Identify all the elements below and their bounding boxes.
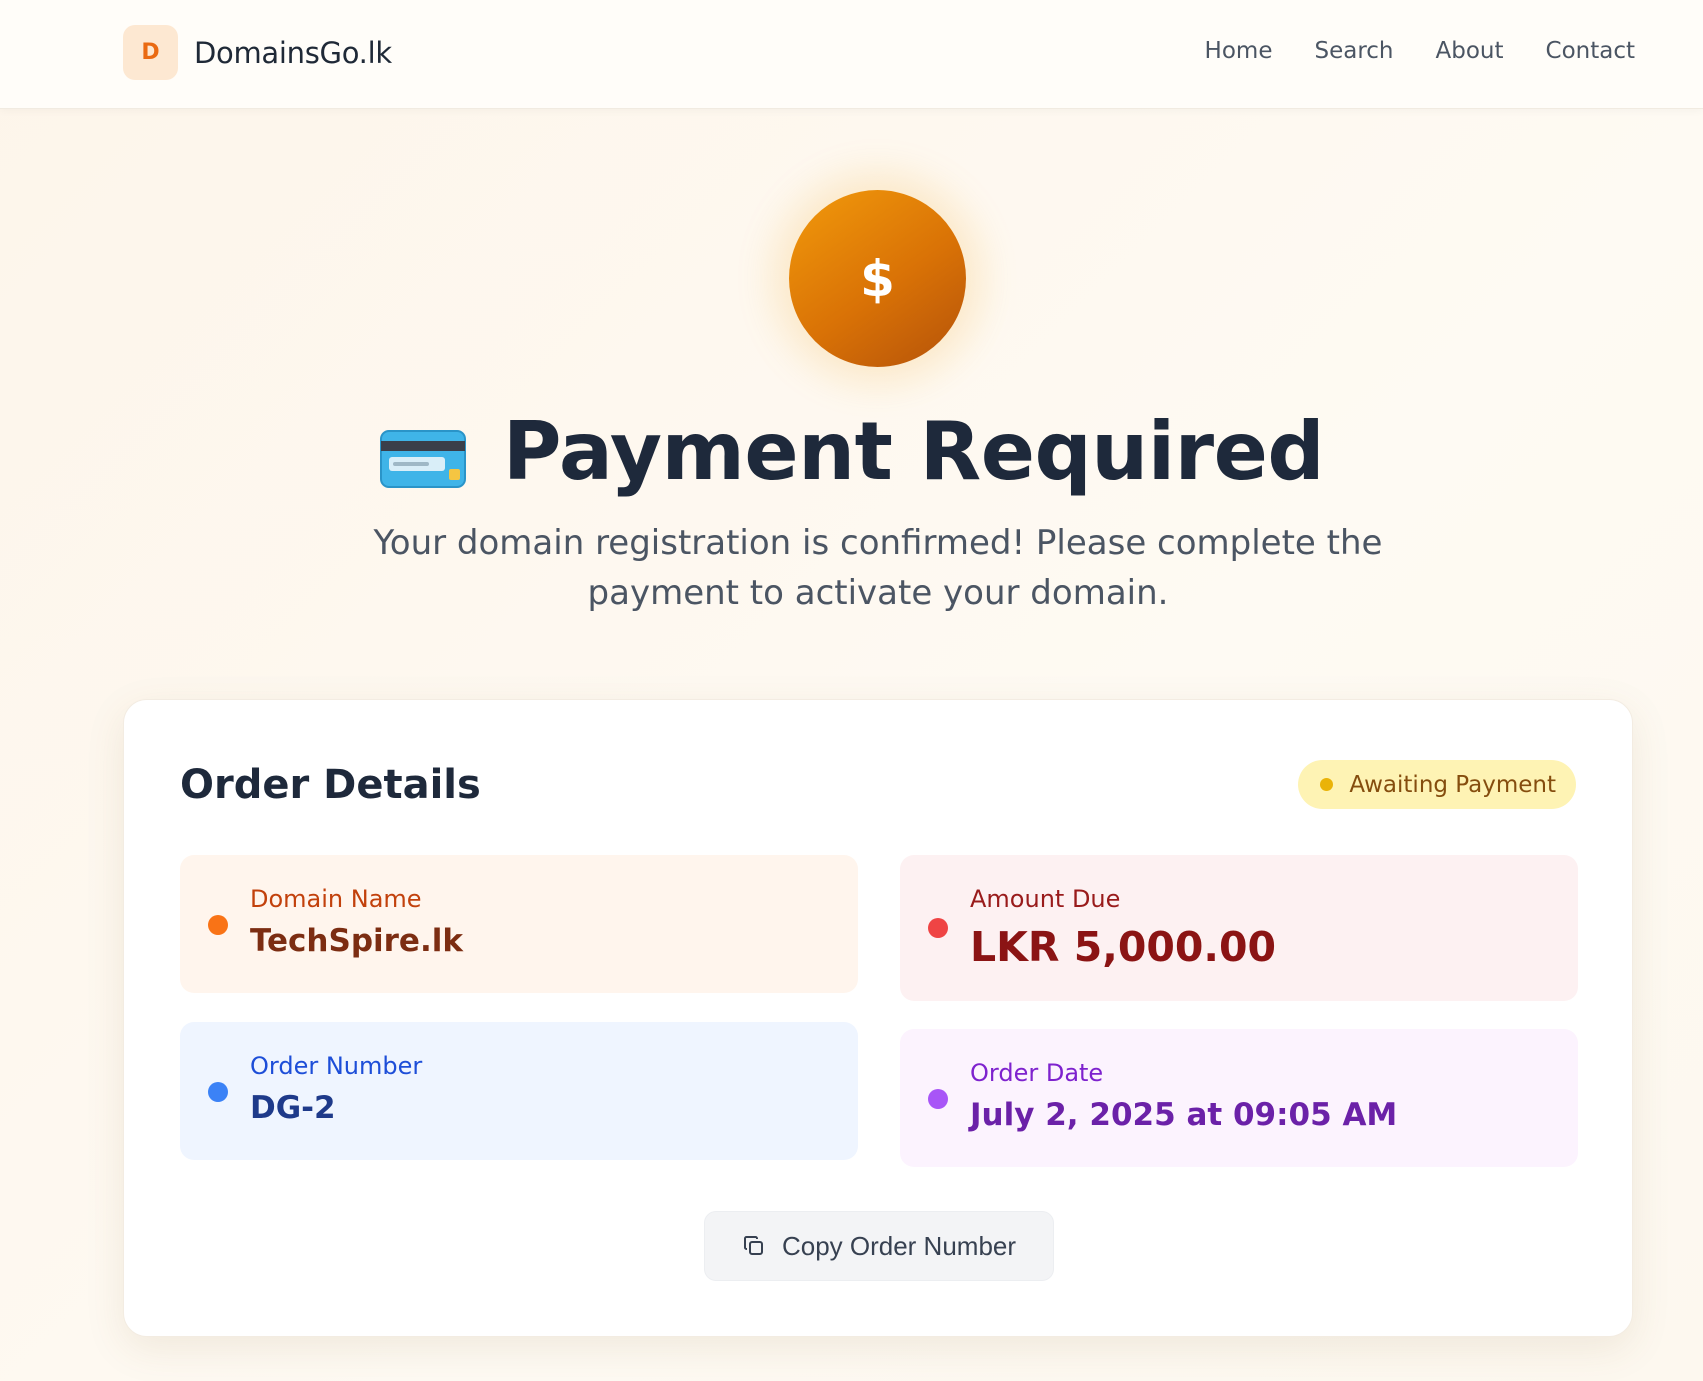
nav-links: Home Search About Contact [1205, 38, 1635, 64]
domain-name-box: Domain Name TechSpire.lk [180, 855, 858, 993]
status-badge: Awaiting Payment [1298, 760, 1576, 809]
domain-dot [208, 915, 228, 935]
amount-dot [928, 918, 948, 938]
amount-due-label: Amount Due [970, 885, 1121, 913]
copy-order-number-button[interactable]: Copy Order Number [704, 1211, 1054, 1281]
brand-logo[interactable]: D [123, 25, 178, 80]
order-number-dot [208, 1082, 228, 1102]
dollar-icon: $ [789, 190, 966, 367]
order-date-label: Order Date [970, 1059, 1104, 1087]
amount-due-box: Amount Due LKR 5,000.00 [900, 855, 1578, 1001]
copy-order-number-label: Copy Order Number [781, 1230, 1017, 1261]
nav-link-about[interactable]: About [1436, 38, 1504, 64]
status-dot [1320, 778, 1334, 791]
amount-due-value: LKR 5,000.00 [970, 923, 1277, 971]
status-label: Awaiting Payment [1349, 771, 1556, 798]
order-number-box: Order Number DG-2 [180, 1022, 858, 1160]
order-date-box: Order Date July 2, 2025 at 09:05 AM [900, 1029, 1578, 1167]
nav-link-contact[interactable]: Contact [1546, 38, 1635, 64]
brand-name[interactable]: DomainsGo.lk [194, 36, 392, 70]
order-number-value: DG-2 [250, 1090, 336, 1126]
hero-title-row: Payment Required [0, 405, 1703, 498]
order-details-card: Order Details Awaiting Payment Domain Na… [123, 699, 1633, 1337]
order-number-label: Order Number [250, 1052, 423, 1080]
domain-name-value: TechSpire.lk [250, 923, 463, 959]
domain-name-label: Domain Name [250, 885, 422, 913]
order-details-title: Order Details [180, 762, 481, 808]
hero-subtitle: Your domain registration is confirmed! P… [373, 523, 1383, 613]
order-date-value: July 2, 2025 at 09:05 AM [970, 1097, 1398, 1133]
nav-link-home[interactable]: Home [1205, 38, 1273, 64]
page-title: Payment Required [502, 405, 1325, 498]
nav-link-search[interactable]: Search [1314, 38, 1393, 64]
brand[interactable]: D DomainsGo.lk [123, 25, 392, 80]
credit-card-icon [379, 429, 466, 488]
order-date-dot [928, 1089, 948, 1109]
top-navbar: D DomainsGo.lk Home Search About Contact [0, 0, 1703, 109]
copy-icon [743, 1236, 763, 1255]
